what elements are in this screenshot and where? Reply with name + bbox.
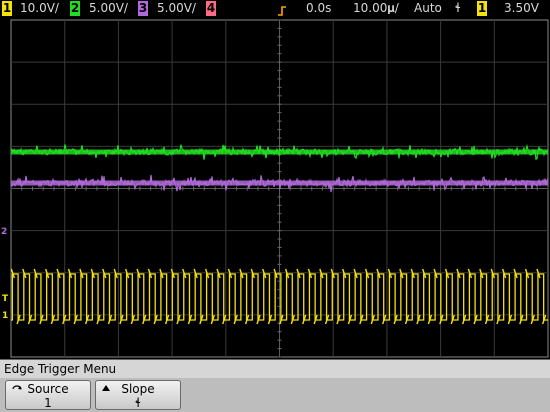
ch1-scale: 10.0V/: [20, 1, 59, 15]
ch1-ground-marker[interactable]: 1: [2, 311, 8, 321]
ch2-ground-marker[interactable]: 2: [1, 227, 7, 237]
ch1-trigger-level-marker[interactable]: T: [2, 294, 8, 304]
time-delay: 0.0s: [306, 1, 332, 15]
trigger-position-icon: [275, 2, 289, 16]
slope-label: Slope: [121, 382, 155, 396]
status-bar: 1 10.0V/ 2 5.00V/ 3 5.00V/ 4 0.0s 10.00𝛍…: [0, 0, 550, 18]
ch3-scale: 5.00V/: [157, 1, 196, 15]
graticule: [10, 19, 549, 358]
ch1-badge[interactable]: 1: [2, 1, 12, 16]
trigger-source-badge: 1: [477, 1, 487, 16]
slope-softkey[interactable]: Slope ɬ: [95, 380, 181, 410]
waveform-display[interactable]: 2 T 1: [0, 18, 550, 359]
ch3-badge[interactable]: 3: [138, 1, 148, 16]
ch4-badge[interactable]: 4: [206, 1, 216, 16]
trigger-mode: Auto: [414, 1, 442, 15]
ch2-scale: 5.00V/: [89, 1, 128, 15]
source-label: Source: [27, 382, 69, 396]
menu-title: Edge Trigger Menu: [4, 362, 117, 376]
source-value: 1: [44, 396, 52, 410]
source-softkey[interactable]: Source 1: [5, 380, 91, 410]
slope-value: ɬ: [135, 396, 141, 410]
softkey-bar: Source 1 Slope ɬ: [0, 378, 550, 412]
trigger-slope-icon: ɬ: [455, 1, 461, 15]
menu-bar: Edge Trigger Menu: [0, 359, 550, 379]
ch2-badge[interactable]: 2: [70, 1, 80, 16]
time-base: 10.00𝛍/: [353, 1, 399, 15]
trigger-level: 3.50V: [504, 1, 539, 15]
